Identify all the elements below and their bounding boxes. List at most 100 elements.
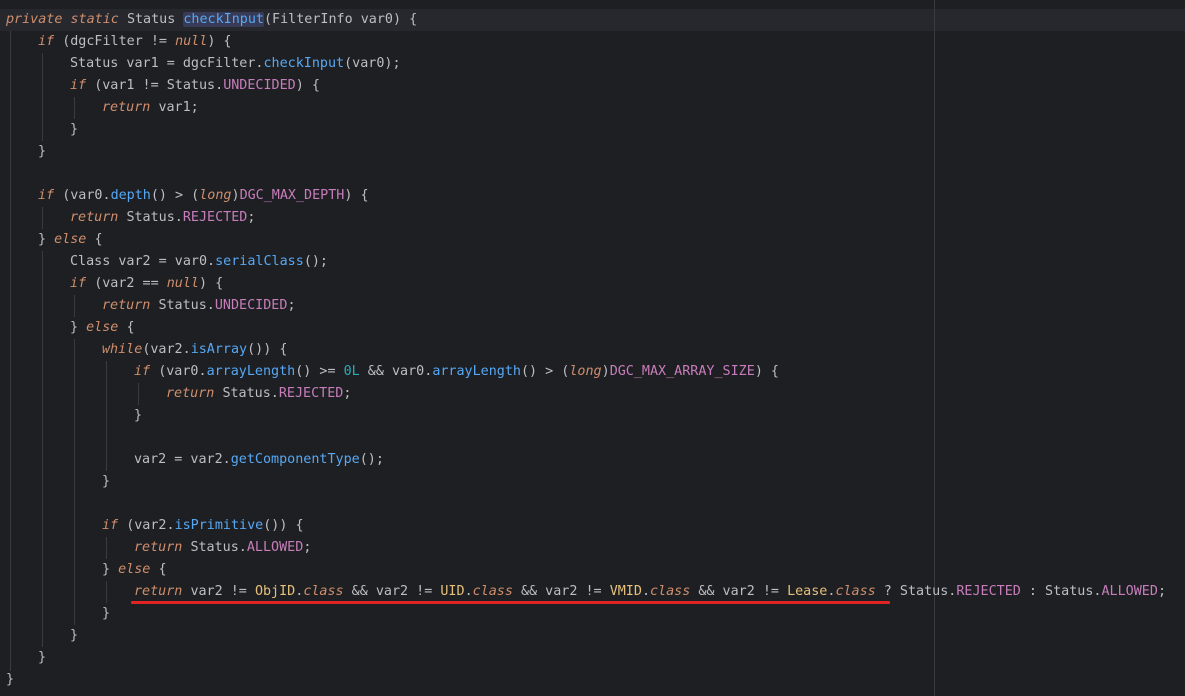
code-token: ();	[359, 452, 384, 467]
code-line[interactable]: if (var1 != Status.UNDECIDED) {	[6, 75, 1166, 97]
red-underline-annotation	[131, 601, 890, 604]
code-token: DGC_MAX_DEPTH	[239, 188, 345, 203]
code-token: ;	[343, 386, 352, 401]
code-token: ;	[287, 298, 296, 313]
code-token: Status.	[158, 298, 215, 313]
code-token: () > (	[150, 188, 200, 203]
code-token: class	[835, 584, 876, 599]
code-line[interactable]: while(var2.isArray()) {	[6, 339, 1166, 361]
code-line[interactable]	[6, 493, 1166, 515]
code-token: DGC_MAX_ARRAY_SIZE	[609, 364, 755, 379]
code-line[interactable]: return var2 != ObjID.class && var2 != UI…	[6, 581, 1166, 603]
code-token: && var2 !=	[690, 584, 788, 599]
code-token: VMID	[609, 584, 642, 599]
code-token: ()) {	[247, 342, 288, 357]
code-line[interactable]: } else {	[6, 317, 1166, 339]
code-token: class	[472, 584, 513, 599]
code-token: depth	[110, 188, 151, 203]
code-token: ALLOWED	[246, 540, 304, 555]
code-token: (var0.	[62, 188, 111, 203]
code-line[interactable]: return Status.ALLOWED;	[6, 537, 1166, 559]
code-line[interactable]: return Status.REJECTED;	[6, 207, 1166, 229]
code-line[interactable]: }	[6, 471, 1166, 493]
code-line[interactable]: }	[6, 603, 1166, 625]
code-token: if	[38, 34, 63, 49]
code-token: REJECTED	[278, 386, 344, 401]
code-token: arrayLength	[432, 364, 521, 379]
code-token: ()) {	[263, 518, 304, 533]
code-line[interactable]: } else {	[6, 229, 1166, 251]
code-line[interactable]: Status var1 = dgcFilter.checkInput(var0)…	[6, 53, 1166, 75]
code-line[interactable]: private static Status checkInput(FilterI…	[6, 9, 1166, 31]
code-line[interactable]: }	[6, 119, 1166, 141]
code-token: }	[38, 232, 55, 247]
code-line[interactable]: }	[6, 405, 1166, 427]
code-line[interactable]: return Status.REJECTED;	[6, 383, 1166, 405]
code-token: class	[303, 584, 344, 599]
code-token: {	[126, 320, 135, 335]
code-token: UNDECIDED	[214, 298, 288, 313]
code-token: {	[94, 232, 103, 247]
code-lines[interactable]: private static Status checkInput(FilterI…	[6, 9, 1166, 691]
code-token: {	[158, 562, 167, 577]
code-token: Status.	[126, 210, 183, 225]
code-token: if	[102, 518, 127, 533]
code-line[interactable]	[6, 427, 1166, 449]
code-token: Status var1 = dgcFilter.	[70, 56, 264, 71]
code-token: }	[38, 650, 47, 665]
code-token: }	[70, 320, 87, 335]
code-token: ) {	[207, 34, 232, 49]
code-token: if	[70, 78, 95, 93]
code-token: while	[102, 342, 143, 357]
code-token: isArray	[190, 342, 248, 357]
code-token: private	[6, 12, 71, 27]
code-token: REJECTED	[956, 584, 1021, 599]
code-line[interactable]: }	[6, 141, 1166, 163]
code-token: }	[102, 606, 111, 621]
code-line[interactable]: if (var0.depth() > (long)DGC_MAX_DEPTH) …	[6, 185, 1166, 207]
code-token: Class var2 = var0.	[70, 254, 216, 269]
code-token: long	[199, 188, 232, 203]
code-token: && var0.	[359, 364, 433, 379]
code-token: }	[70, 122, 79, 137]
code-token: }	[134, 408, 143, 423]
code-line[interactable]: if (var2 == null) {	[6, 273, 1166, 295]
code-token: arrayLength	[206, 364, 296, 379]
code-editor[interactable]: private static Status checkInput(FilterI…	[0, 0, 1185, 696]
code-token: }	[70, 628, 79, 643]
code-line[interactable]: }	[6, 669, 1166, 691]
code-token: return	[102, 100, 159, 115]
code-line[interactable]: }	[6, 647, 1166, 669]
code-token: getComponentType	[230, 452, 360, 467]
code-line[interactable]	[6, 163, 1166, 185]
code-token: checkInput	[263, 56, 345, 71]
code-token: class	[650, 584, 691, 599]
code-line[interactable]: var2 = var2.getComponentType();	[6, 449, 1166, 471]
code-token: () >=	[295, 364, 344, 379]
code-token: null	[175, 34, 208, 49]
code-line[interactable]: if (dgcFilter != null) {	[6, 31, 1166, 53]
code-token: && var2 !=	[512, 584, 610, 599]
code-token: var2 !=	[190, 584, 255, 599]
code-token: ();	[303, 254, 328, 269]
code-token: var1;	[158, 100, 199, 115]
code-line[interactable]: if (var2.isPrimitive()) {	[6, 515, 1166, 537]
code-token: )	[231, 188, 240, 203]
code-line[interactable]: return var1;	[6, 97, 1166, 119]
code-token: ;	[247, 210, 256, 225]
code-line[interactable]: }	[6, 625, 1166, 647]
code-token: ) {	[344, 188, 369, 203]
code-token: UNDECIDED	[223, 78, 296, 93]
code-token: return	[166, 386, 223, 401]
code-token: ) {	[199, 276, 224, 291]
code-line[interactable]: Class var2 = var0.serialClass();	[6, 251, 1166, 273]
code-token: (var2.	[126, 518, 175, 533]
code-line[interactable]: return Status.UNDECIDED;	[6, 295, 1166, 317]
code-line[interactable]: if (var0.arrayLength() >= 0L && var0.arr…	[6, 361, 1166, 383]
code-token: else	[54, 232, 95, 247]
code-token: serialClass	[215, 254, 304, 269]
code-token: else	[86, 320, 127, 335]
code-token: (var2 ==	[94, 276, 167, 291]
code-token: ) {	[754, 364, 779, 379]
code-line[interactable]: } else {	[6, 559, 1166, 581]
